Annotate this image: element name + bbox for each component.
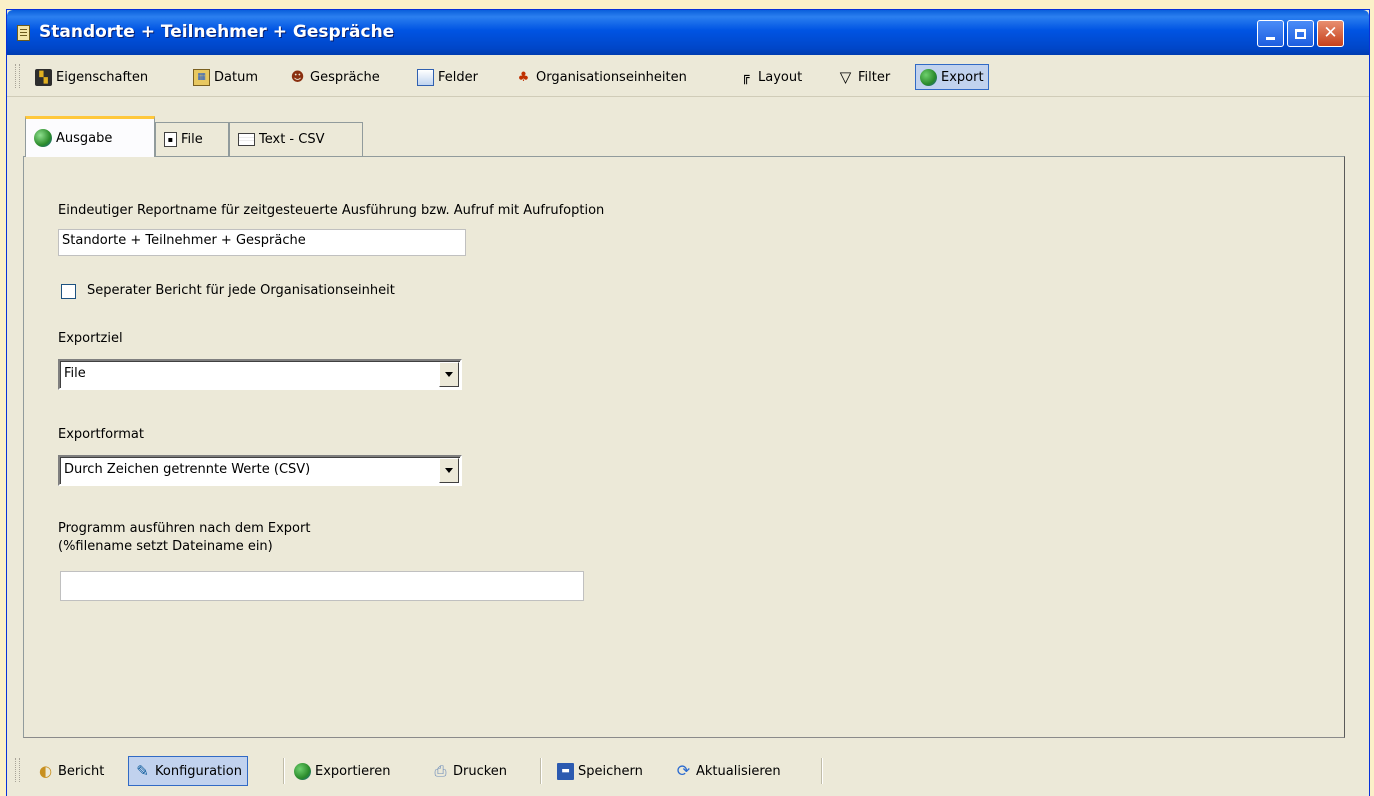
toolbar-export-button[interactable]: Export — [915, 64, 989, 90]
chevron-down-icon — [445, 372, 453, 377]
exportziel-dropdown-button[interactable] — [439, 362, 459, 387]
toolbar-separator — [283, 758, 285, 784]
toolbar-layout-button[interactable]: ╔ Layout — [735, 64, 804, 90]
toolbar-label: Layout — [758, 69, 803, 85]
toolbar-label: Eigenschaften — [56, 69, 149, 85]
save-icon: ▬ — [557, 762, 574, 780]
exportformat-value: Durch Zeichen getrennte Werte (CSV) — [64, 462, 311, 477]
tab-panel: Eindeutiger Reportname für zeitgesteuert… — [23, 156, 1345, 738]
exportieren-button[interactable]: Exportieren — [292, 756, 392, 786]
toolbar-datum-button[interactable]: ▦ Datum — [191, 64, 260, 90]
toolbar-filter-button[interactable]: ▽ Filter — [835, 64, 892, 90]
speichern-button[interactable]: ▬ Speichern — [555, 756, 645, 786]
bottombar-label: Konfiguration — [155, 763, 242, 779]
bottombar-label: Drucken — [453, 763, 508, 779]
bottombar-label: Bericht — [58, 763, 105, 779]
layout-icon: ╔ — [741, 69, 750, 85]
tab-ausgabe[interactable]: Ausgabe — [25, 116, 155, 157]
close-button[interactable]: ✕ — [1317, 20, 1344, 47]
filter-icon: ▽ — [839, 67, 852, 86]
org-units-icon: ♣ — [517, 69, 530, 85]
bottom-toolbar: ◐ Bericht ✎ Konfiguration Exportieren ⎙ … — [7, 744, 1369, 796]
toolbar-label: Gespräche — [310, 69, 380, 85]
maximize-icon — [1295, 28, 1306, 39]
properties-icon: ▚ — [35, 68, 52, 86]
bottombar-label: Aktualisieren — [696, 763, 781, 779]
konfiguration-button[interactable]: ✎ Konfiguration — [128, 756, 248, 786]
toolbar-label: Organisationseinheiten — [536, 69, 687, 85]
calendar-icon: ▦ — [193, 68, 210, 86]
chevron-down-icon — [445, 468, 453, 473]
minimize-button[interactable] — [1257, 20, 1284, 47]
reportname-label: Eindeutiger Reportname für zeitgesteuert… — [58, 203, 605, 218]
minimize-icon — [1266, 37, 1275, 40]
bericht-button[interactable]: ◐ Bericht — [35, 756, 106, 786]
exportformat-dropdown-button[interactable] — [439, 458, 459, 483]
globe-icon — [34, 129, 52, 147]
configuration-icon: ✎ — [136, 761, 149, 780]
tab-text-csv[interactable]: Text - CSV — [229, 122, 363, 156]
fields-icon — [417, 68, 434, 86]
exportziel-select[interactable]: File — [58, 359, 462, 390]
exportformat-select[interactable]: Durch Zeichen getrennte Werte (CSV) — [58, 455, 462, 486]
app-window: Standorte + Teilnehmer + Gespräche ✕ ▚ E… — [6, 9, 1370, 796]
program-label-line1: Programm ausführen nach dem Export — [58, 521, 311, 536]
toolbar-grip[interactable] — [15, 64, 20, 88]
maximize-button[interactable] — [1287, 20, 1314, 47]
toolbar-separator — [540, 758, 542, 784]
top-toolbar: ▚ Eigenschaften ▦ Datum ☻ Gespräche Feld… — [7, 56, 1369, 97]
toolbar-felder-button[interactable]: Felder — [415, 64, 480, 90]
report-icon: ◐ — [38, 761, 53, 780]
toolbar-label: Filter — [858, 69, 891, 85]
reportname-input[interactable]: Standorte + Teilnehmer + Gespräche — [58, 229, 466, 256]
title-bar[interactable]: Standorte + Teilnehmer + Gespräche ✕ — [7, 10, 1369, 55]
program-label-line2: (%filename setzt Dateiname ein) — [58, 539, 273, 554]
print-icon: ⎙ — [434, 761, 447, 780]
toolbar-label: Export — [941, 69, 984, 85]
program-input[interactable] — [60, 571, 584, 601]
document-icon — [17, 25, 30, 41]
toolbar-grip[interactable] — [15, 758, 20, 782]
exportformat-label: Exportformat — [58, 427, 144, 442]
separate-report-label: Seperater Bericht für jede Organisations… — [87, 283, 395, 298]
toolbar-label: Felder — [438, 69, 478, 85]
tab-file[interactable]: ▪ File — [155, 122, 229, 156]
toolbar-label: Datum — [214, 69, 258, 85]
bottombar-label: Exportieren — [315, 763, 391, 779]
table-icon — [238, 133, 255, 146]
export-globe-icon — [920, 68, 937, 86]
file-icon: ▪ — [164, 132, 177, 147]
bottombar-label: Speichern — [578, 763, 643, 779]
exportziel-label: Exportziel — [58, 331, 123, 346]
tab-label: Ausgabe — [56, 130, 113, 146]
toolbar-organisationseinheiten-button[interactable]: ♣ Organisationseinheiten — [513, 64, 689, 90]
export-globe-icon — [294, 762, 311, 780]
tab-label: File — [181, 132, 203, 147]
toolbar-eigenschaften-button[interactable]: ▚ Eigenschaften — [33, 64, 150, 90]
tab-label: Text - CSV — [259, 132, 325, 147]
exportziel-value: File — [64, 366, 86, 381]
refresh-icon: ⟳ — [676, 761, 691, 780]
toolbar-separator — [821, 758, 823, 784]
drucken-button[interactable]: ⎙ Drucken — [430, 756, 509, 786]
separate-report-checkbox[interactable] — [61, 284, 76, 299]
aktualisieren-button[interactable]: ⟳ Aktualisieren — [673, 756, 783, 786]
toolbar-gespraeche-button[interactable]: ☻ Gespräche — [287, 64, 382, 90]
conversations-icon: ☻ — [290, 69, 305, 85]
close-icon: ✕ — [1323, 23, 1338, 43]
window-title: Standorte + Teilnehmer + Gespräche — [39, 22, 395, 42]
